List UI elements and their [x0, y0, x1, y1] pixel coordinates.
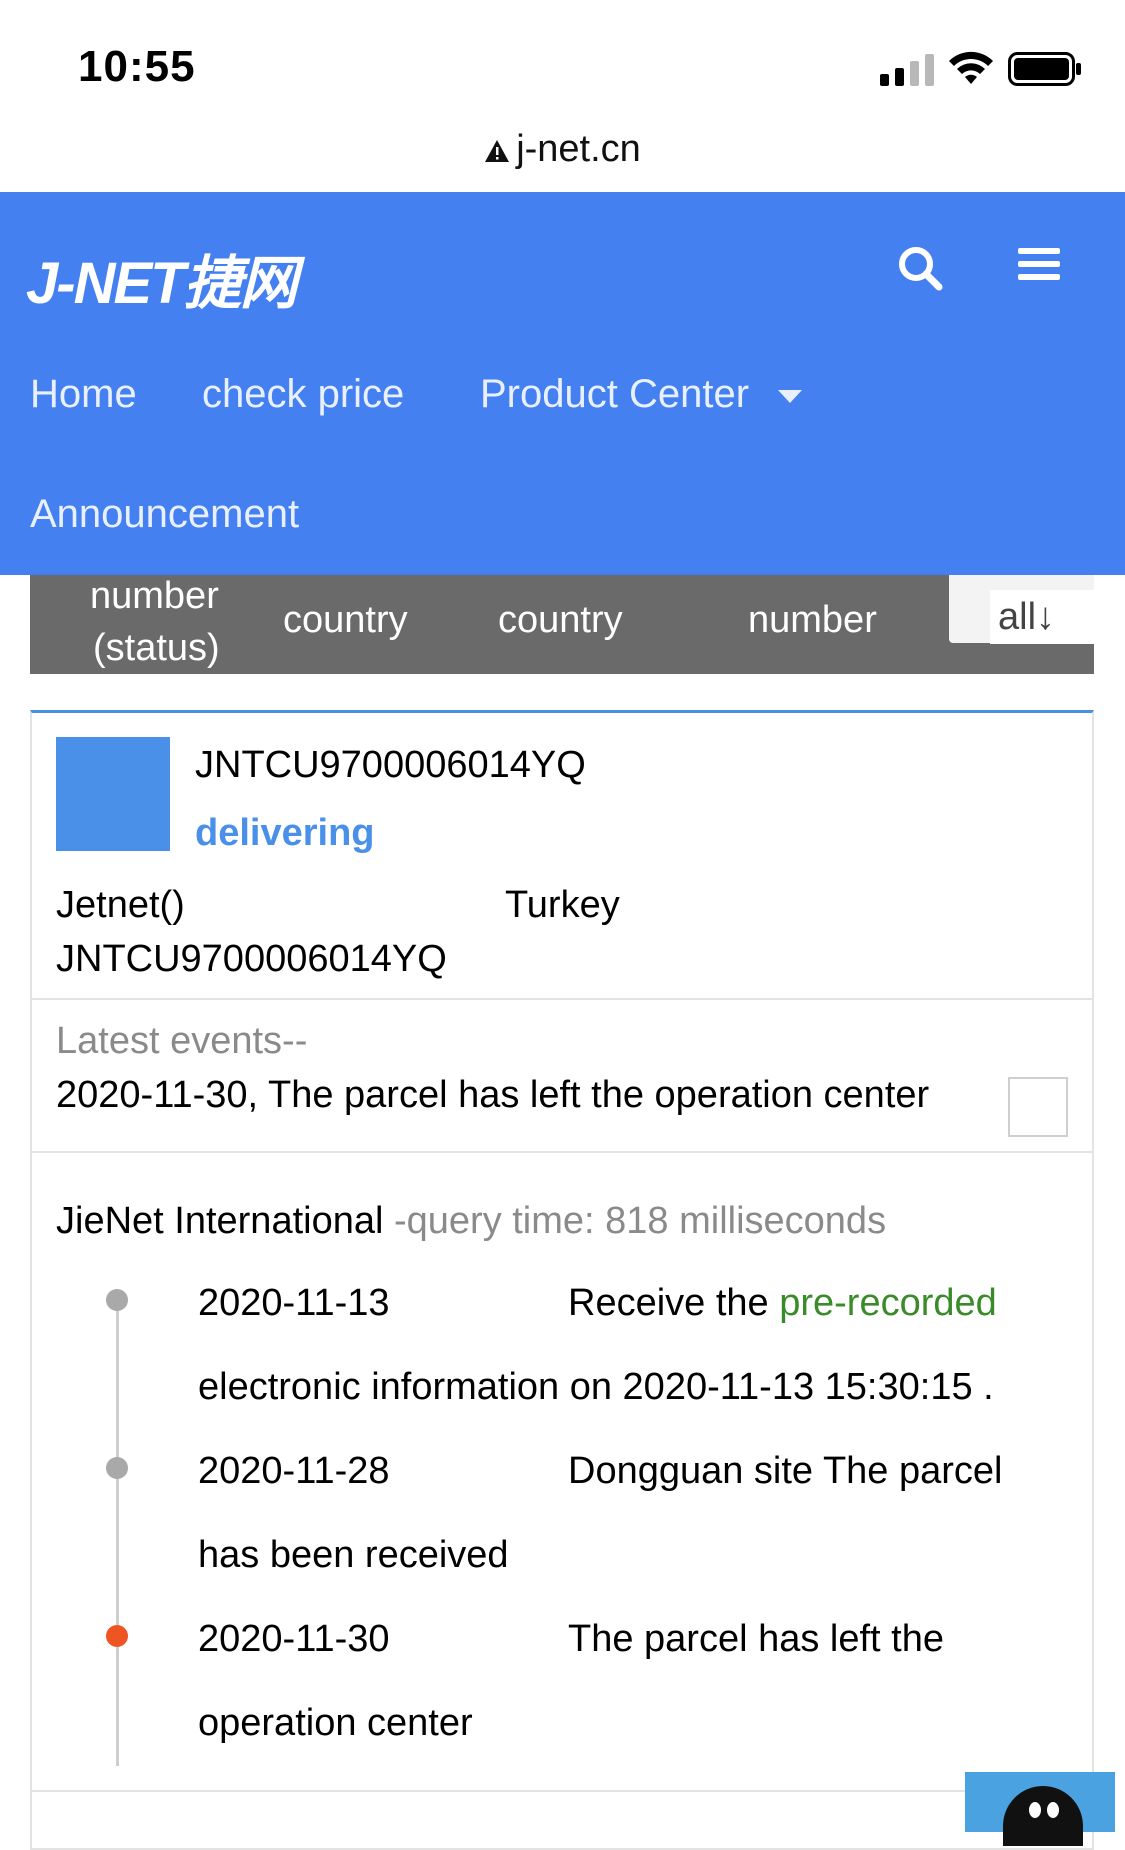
timeline-dot-current: [106, 1625, 128, 1647]
url-text: j-net.cn: [516, 128, 641, 170]
company-name: JieNet International: [56, 1200, 384, 1242]
event-date: 2020-11-30: [198, 1618, 390, 1660]
warning-icon: [485, 139, 510, 162]
select-all-button[interactable]: all↓: [990, 590, 1094, 644]
nav-home[interactable]: Home: [30, 372, 137, 417]
query-time: -query time: 818 milliseconds: [383, 1200, 887, 1242]
event-description-continued: has been received: [198, 1534, 509, 1576]
shipment-thumbnail: [56, 737, 170, 851]
nav-check-price[interactable]: check price: [202, 372, 404, 417]
latest-events-label: Latest events--: [56, 1020, 308, 1062]
timeline-dot: [106, 1457, 128, 1479]
event-description-continued: electronic information on 2020-11-13 15:…: [198, 1366, 994, 1408]
divider: [32, 1151, 1092, 1153]
caret-down-icon[interactable]: [778, 390, 802, 403]
carrier-tracking-number: JNTCU9700006014YQ: [56, 938, 447, 980]
timeline-dot: [106, 1289, 128, 1311]
event-description: Receive the pre-recorded: [568, 1282, 997, 1324]
hamburger-menu-icon[interactable]: [1018, 246, 1060, 282]
tracking-number: JNTCU9700006014YQ: [195, 744, 586, 786]
site-logo[interactable]: J-NET捷网: [26, 236, 298, 320]
event-description: Dongguan site The parcel: [568, 1450, 1003, 1492]
cellular-signal-icon: [880, 52, 934, 86]
battery-icon: [1008, 52, 1081, 86]
nav-product-center[interactable]: Product Center: [480, 372, 749, 417]
status-bar-time: 10:55: [78, 42, 196, 91]
address-bar[interactable]: j-net.cn: [0, 128, 1125, 171]
results-table-header: number (status) country country number: [30, 575, 1094, 674]
carrier-name: Jetnet(): [56, 884, 185, 926]
tracking-company: JieNet International -query time: 818 mi…: [56, 1200, 886, 1243]
event-date: 2020-11-13: [198, 1282, 390, 1324]
select-shipment-checkbox[interactable]: [1008, 1077, 1068, 1137]
destination-country: Turkey: [505, 884, 620, 926]
wifi-icon: [949, 51, 993, 84]
divider: [32, 1790, 1092, 1792]
timeline-line: [116, 1300, 119, 1766]
event-description: The parcel has left the: [568, 1618, 944, 1660]
column-header-status: (status): [93, 627, 220, 669]
event-description-continued: operation center: [198, 1702, 473, 1744]
nav-announcement[interactable]: Announcement: [30, 492, 299, 537]
shipment-card: [30, 710, 1094, 1850]
event-date: 2020-11-28: [198, 1450, 390, 1492]
column-header-tracking-number: number: [748, 599, 877, 641]
search-icon[interactable]: [896, 244, 944, 292]
latest-event-text: 2020-11-30, The parcel has left the oper…: [56, 1074, 930, 1116]
column-header-number: number: [90, 575, 219, 617]
column-header-origin-country: country: [283, 599, 408, 641]
divider: [32, 998, 1092, 1000]
column-header-destination-country: country: [498, 599, 623, 641]
shipment-status: delivering: [195, 812, 375, 854]
